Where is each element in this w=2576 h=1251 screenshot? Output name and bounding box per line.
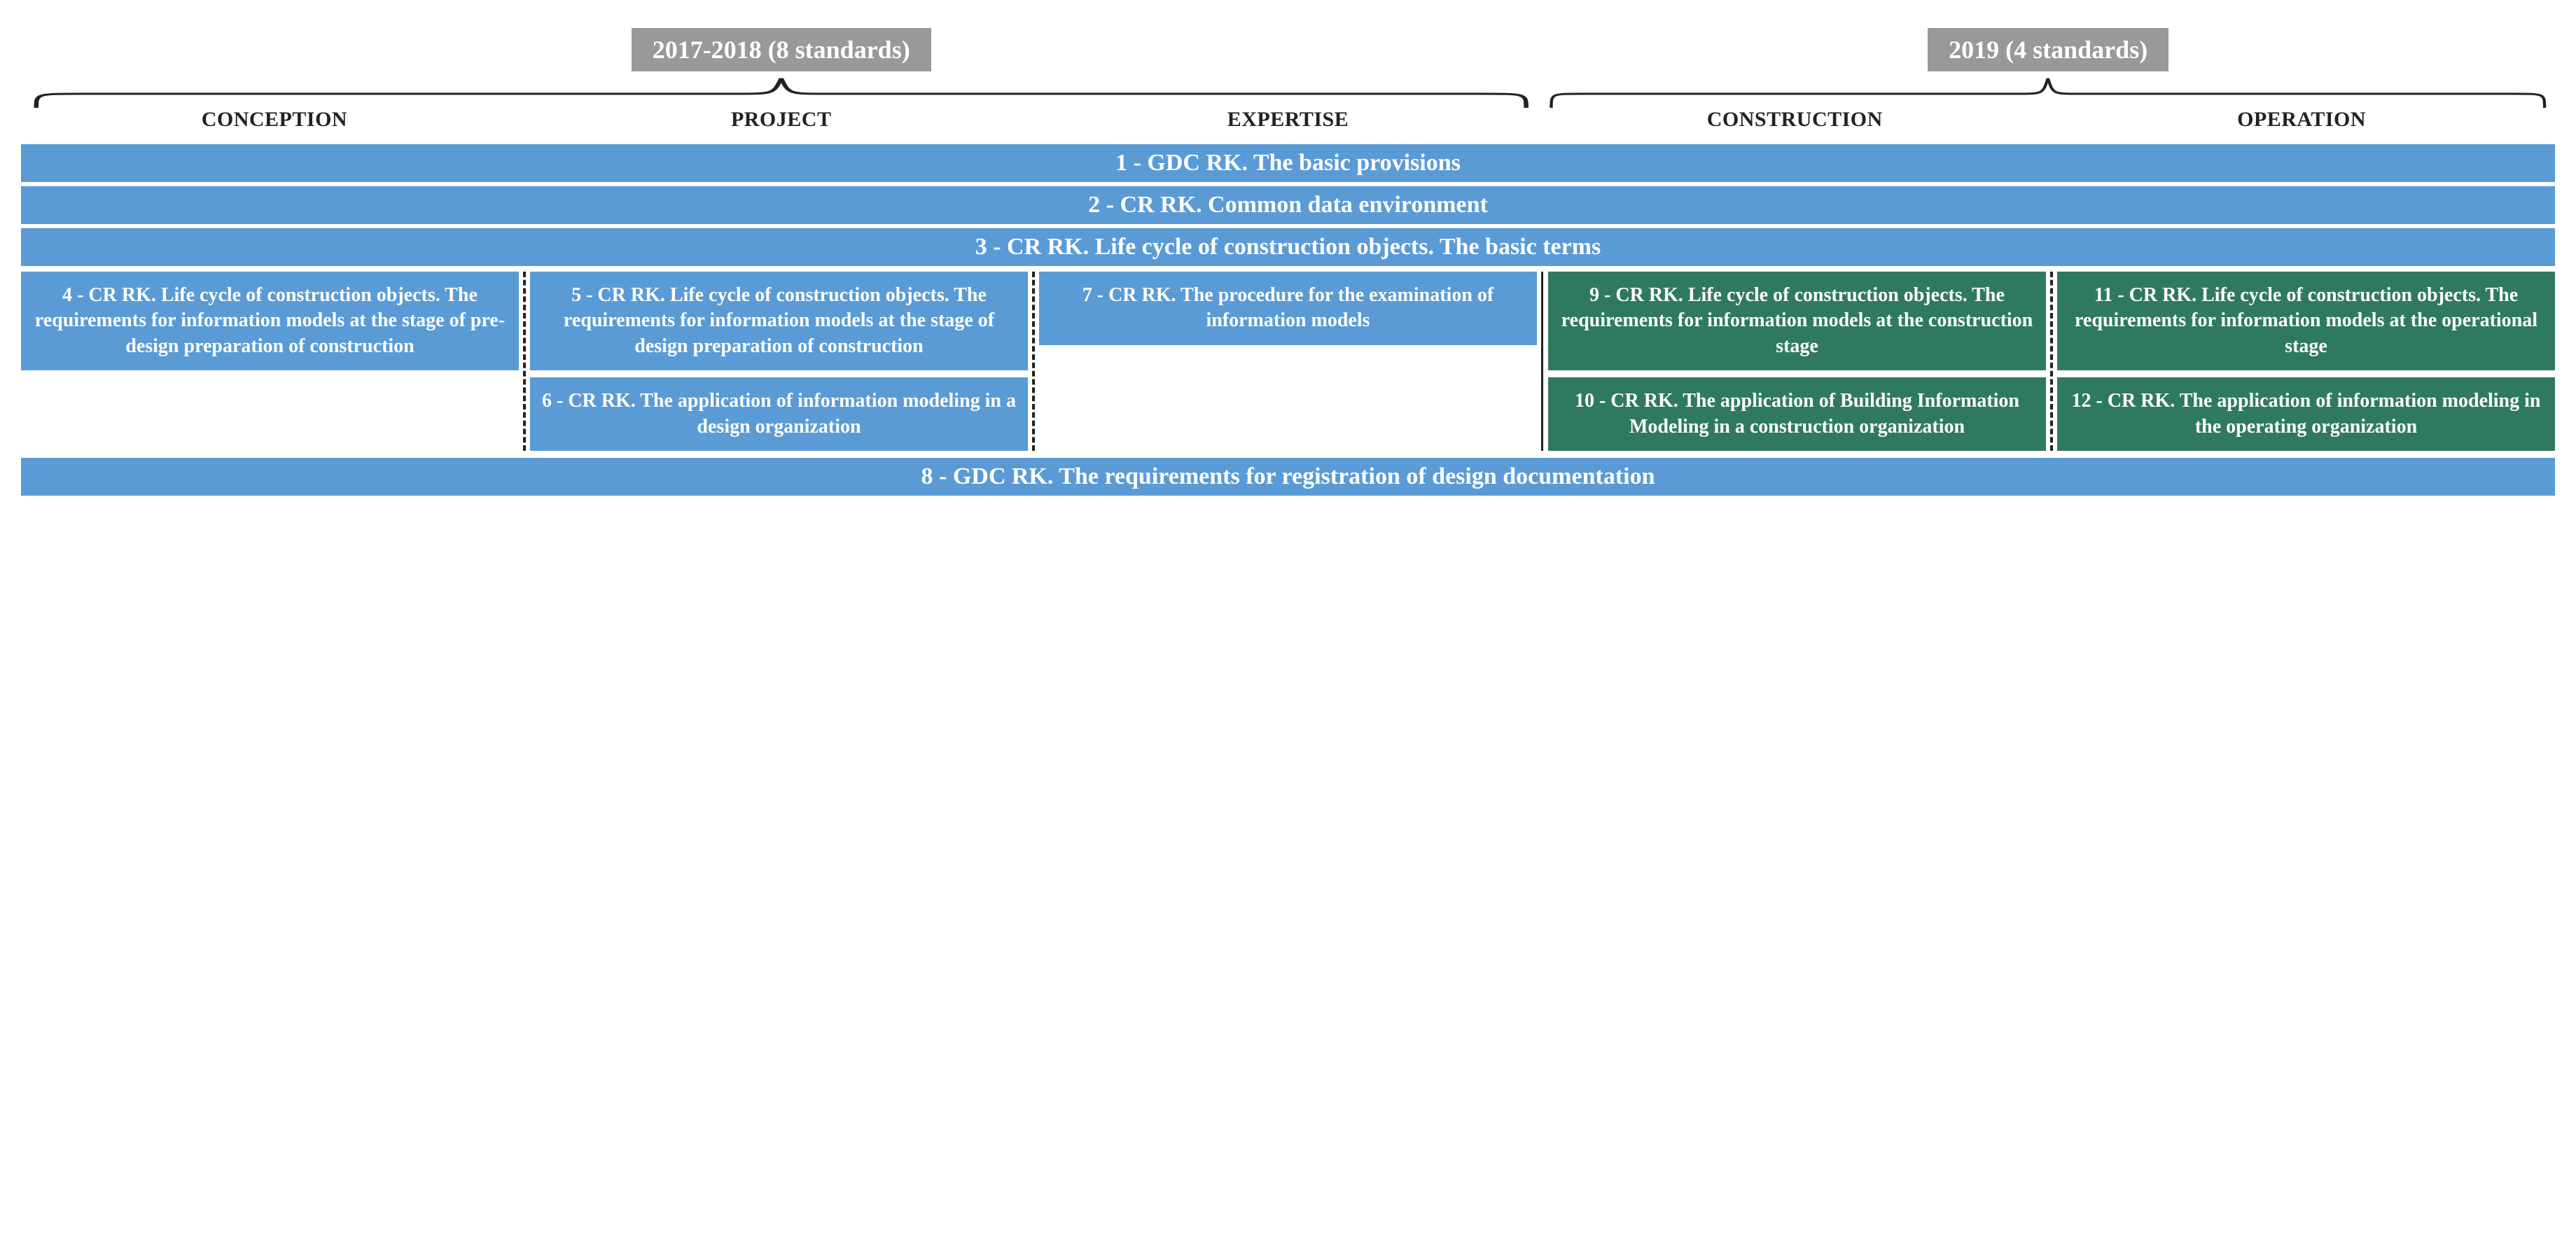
period-label-2019: 2019 (4 standards) — [1928, 28, 2168, 71]
phase-construction: CONSTRUCTION — [1541, 105, 2048, 134]
col-project: 5 - CR RK. Life cycle of construction ob… — [530, 272, 1028, 451]
phase-expertise: EXPERTISE — [1035, 105, 1542, 134]
phase-operation: OPERATION — [2048, 105, 2555, 134]
band-1-basic-provisions: 1 - GDC RK. The basic provisions — [21, 144, 2555, 182]
card-5: 5 - CR RK. Life cycle of construction ob… — [530, 272, 1028, 370]
card-10: 10 - CR RK. The application of Building … — [1548, 377, 2046, 451]
card-9: 9 - CR RK. Life cycle of construction ob… — [1548, 272, 2046, 370]
bracket-right — [1541, 74, 2555, 109]
band-3-life-cycle-basic-terms: 3 - CR RK. Life cycle of construction ob… — [21, 228, 2555, 266]
diagram-root: 2017-2018 (8 standards) 2019 (4 standard… — [21, 28, 2555, 496]
card-12: 12 - CR RK. The application of informati… — [2057, 377, 2555, 451]
col-conception: 4 - CR RK. Life cycle of construction ob… — [21, 272, 519, 451]
period-left-holder: 2017-2018 (8 standards) — [21, 28, 1541, 71]
phase-headers: CONCEPTION PROJECT EXPERTISE CONSTRUCTIO… — [21, 105, 2555, 134]
card-11: 11 - CR RK. Life cycle of construction o… — [2057, 272, 2555, 370]
phase-conception: CONCEPTION — [21, 105, 528, 134]
card-7: 7 - CR RK. The procedure for the examina… — [1039, 272, 1537, 345]
band-2-common-data-environment: 2 - CR RK. Common data environment — [21, 186, 2555, 224]
col-operation: 11 - CR RK. Life cycle of construction o… — [2057, 272, 2555, 451]
card-4: 4 - CR RK. Life cycle of construction ob… — [21, 272, 519, 370]
col-construction: 9 - CR RK. Life cycle of construction ob… — [1548, 272, 2046, 451]
col-expertise: 7 - CR RK. The procedure for the examina… — [1039, 272, 1537, 451]
bracket-left — [21, 74, 1541, 109]
card-6: 6 - CR RK. The application of informatio… — [530, 377, 1028, 451]
period-right-holder: 2019 (4 standards) — [1541, 28, 2555, 71]
period-label-2017-2018: 2017-2018 (8 standards) — [632, 28, 931, 71]
period-labels-row: 2017-2018 (8 standards) 2019 (4 standard… — [21, 28, 2555, 71]
bracket-row — [21, 74, 2555, 109]
band-8-registration-design-doc: 8 - GDC RK. The requirements for registr… — [21, 458, 2555, 496]
phase-project: PROJECT — [528, 105, 1035, 134]
cards-grid: 4 - CR RK. Life cycle of construction ob… — [21, 272, 2555, 451]
